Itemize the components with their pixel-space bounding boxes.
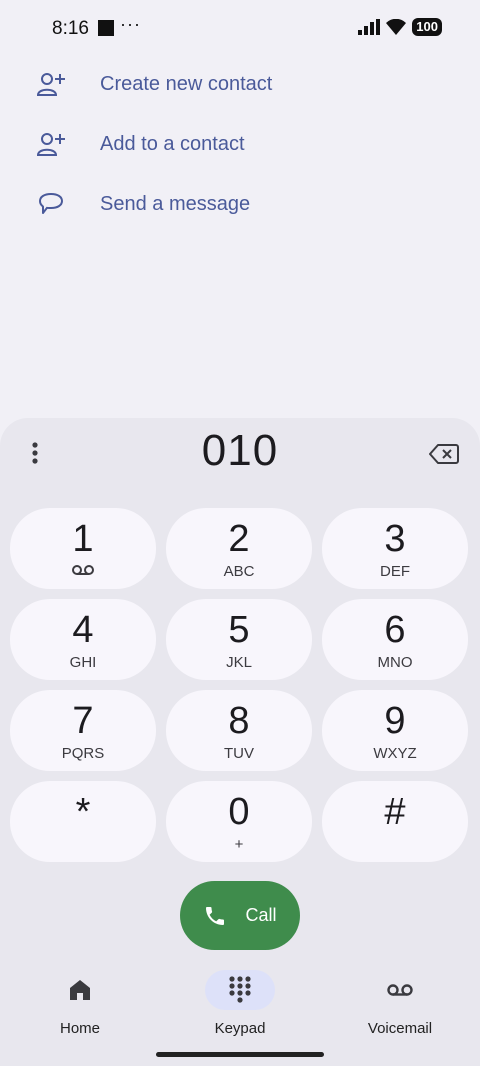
nav-voicemail[interactable]: Voicemail [340, 970, 460, 1037]
key-letters: + [234, 835, 244, 853]
nav-voicemail-label: Voicemail [367, 1020, 433, 1037]
key-star[interactable]: * [10, 781, 156, 862]
nav-keypad[interactable]: Keypad [180, 970, 300, 1037]
key-letters: DEF [380, 562, 410, 580]
key-9[interactable]: 9 WXYZ [322, 690, 468, 771]
dialed-number: 010 [201, 426, 279, 475]
key-letters: TUV [224, 744, 254, 762]
call-label: Call [245, 905, 277, 925]
key-digit: 8 [228, 699, 250, 742]
nav-home[interactable]: Home [20, 970, 140, 1037]
key-digit: 7 [72, 699, 94, 742]
dialpad-icon [205, 970, 275, 1010]
nav-keypad-label: Keypad [214, 1020, 266, 1037]
key-digit: 9 [384, 699, 406, 742]
key-letters: GHI [69, 653, 97, 671]
key-digit: 4 [72, 608, 94, 651]
create-new-contact-label: Create new contact [100, 72, 273, 95]
key-digit: 3 [384, 517, 406, 560]
keypad: 1 2 ABC 3 DEF 4 GHI 5 JKL 6 MNO 7 PQRS 8… [10, 508, 470, 862]
contact-actions: Create new contact Add to a contact Send… [0, 54, 480, 234]
key-3[interactable]: 3 DEF [322, 508, 468, 589]
key-5[interactable]: 5 JKL [166, 599, 312, 680]
key-4[interactable]: 4 GHI [10, 599, 156, 680]
person-add-icon [36, 129, 66, 159]
status-bar: 8:16 ··· 100 [0, 0, 480, 56]
message-icon [36, 189, 66, 219]
create-new-contact-button[interactable]: Create new contact [0, 54, 480, 114]
voicemail-icon [72, 563, 94, 579]
signal-icon [358, 19, 381, 35]
key-digit: 0 [228, 790, 250, 833]
voicemail-icon [365, 970, 435, 1010]
home-indicator[interactable] [156, 1052, 324, 1057]
send-message-label: Send a message [100, 192, 251, 215]
key-letters: ABC [223, 562, 255, 580]
add-to-contact-label: Add to a contact [100, 132, 245, 155]
wifi-icon [386, 19, 407, 35]
phone-icon [206, 906, 225, 925]
add-to-contact-button[interactable]: Add to a contact [0, 114, 480, 174]
key-digit: * [75, 790, 91, 833]
key-8[interactable]: 8 TUV [166, 690, 312, 771]
key-letters: MNO [377, 653, 413, 671]
more-notifications-icon: ··· [120, 14, 141, 34]
home-icon [45, 970, 115, 1010]
notification-square-icon [98, 20, 114, 36]
key-2[interactable]: 2 ABC [166, 508, 312, 589]
key-hash[interactable]: # [322, 781, 468, 862]
key-digit: 5 [228, 608, 250, 651]
key-digit: 1 [72, 517, 94, 560]
bottom-navigation: Home Keypad Voicemail [0, 960, 480, 1066]
person-add-icon [36, 69, 66, 99]
call-button[interactable]: Call [180, 881, 300, 950]
send-message-button[interactable]: Send a message [0, 174, 480, 234]
key-digit: 2 [228, 517, 250, 560]
backspace-icon[interactable] [428, 440, 460, 468]
status-icons: 100 [358, 18, 442, 36]
key-letters: WXYZ [373, 744, 417, 762]
key-letters: JKL [226, 653, 252, 671]
key-letters: PQRS [61, 744, 105, 762]
nav-home-label: Home [59, 1020, 100, 1037]
key-digit: 6 [384, 608, 406, 651]
battery-icon: 100 [412, 18, 442, 36]
status-time: 8:16 [52, 18, 89, 39]
key-0[interactable]: 0 + [166, 781, 312, 862]
key-1[interactable]: 1 [10, 508, 156, 589]
key-6[interactable]: 6 MNO [322, 599, 468, 680]
key-7[interactable]: 7 PQRS [10, 690, 156, 771]
key-digit: # [384, 790, 406, 833]
